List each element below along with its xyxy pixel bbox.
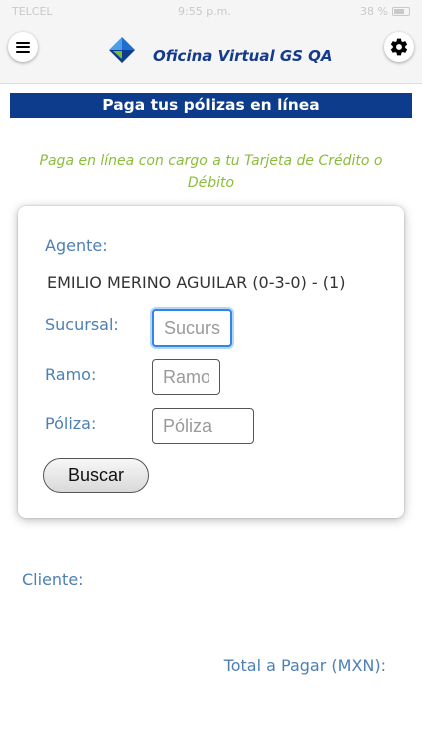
search-button[interactable]: Buscar: [43, 458, 149, 493]
page-banner: Paga tus pólizas en línea: [10, 93, 412, 118]
payment-subtitle: Paga en línea con cargo a tu Tarjeta de …: [39, 153, 383, 191]
carrier-name: TELCEL: [12, 5, 53, 18]
battery-icon: [392, 7, 410, 16]
agent-label: Agente:: [45, 236, 108, 255]
line-input[interactable]: [152, 359, 220, 395]
policy-label: Póliza:: [45, 414, 97, 433]
hamburger-menu-icon: [16, 41, 30, 53]
agent-value: EMILIO MERINO AGUILAR (0-3-0) - (1): [47, 273, 346, 292]
status-time: 9:55 p.m.: [178, 5, 231, 18]
app-logo: [109, 37, 135, 63]
branch-label: Sucursal:: [45, 315, 119, 334]
policy-input[interactable]: [152, 408, 254, 444]
menu-button[interactable]: [8, 32, 38, 62]
policy-search-card: Agente: EMILIO MERINO AGUILAR (0-3-0) - …: [18, 206, 404, 518]
app-header: Oficina Virtual GS QA: [0, 24, 422, 84]
total-label: Total a Pagar (MXN):: [223, 656, 386, 675]
line-label: Ramo:: [45, 365, 97, 384]
client-label: Cliente:: [22, 570, 84, 589]
gear-icon: [390, 38, 408, 56]
battery-percentage: 38 %: [360, 5, 388, 18]
settings-button[interactable]: [384, 32, 414, 62]
status-bar: TELCEL 9:55 p.m. 38 %: [0, 0, 422, 24]
branch-input[interactable]: [152, 309, 232, 347]
app-title: Oficina Virtual GS QA: [153, 47, 333, 65]
